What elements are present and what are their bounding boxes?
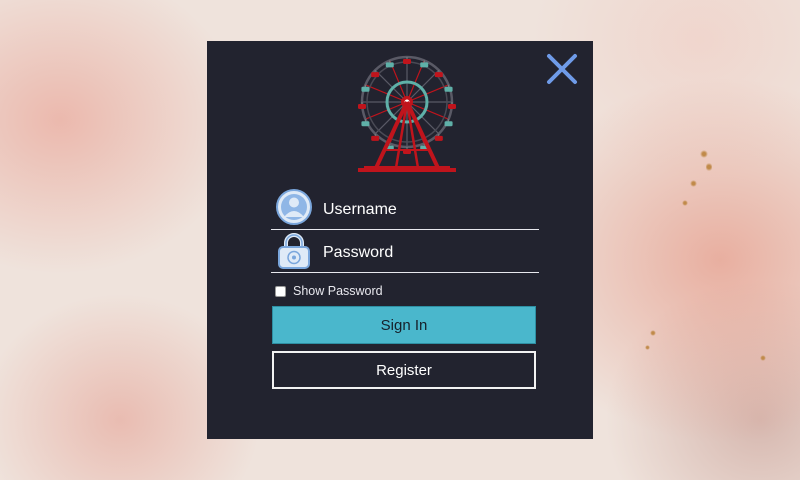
- show-password-toggle[interactable]: Show Password: [275, 282, 383, 300]
- user-icon: [273, 189, 315, 227]
- username-field: [271, 189, 539, 230]
- gold-fleck: [682, 200, 688, 206]
- gold-fleck: [645, 345, 650, 350]
- gold-fleck: [760, 355, 766, 361]
- register-button[interactable]: Register: [272, 351, 536, 389]
- ferris-wheel-logo: [350, 50, 466, 174]
- gold-fleck: [700, 150, 708, 158]
- lock-icon: [273, 232, 315, 270]
- close-icon: [547, 54, 577, 84]
- login-panel: Show Password Sign In Register: [207, 41, 593, 439]
- show-password-label: Show Password: [293, 284, 383, 298]
- desktop-background: Show Password Sign In Register: [0, 0, 800, 480]
- username-input[interactable]: [323, 197, 533, 223]
- sign-in-button[interactable]: Sign In: [272, 306, 536, 344]
- password-input[interactable]: [323, 240, 533, 266]
- close-button[interactable]: [544, 51, 580, 87]
- show-password-checkbox[interactable]: [275, 285, 286, 297]
- password-field: [271, 232, 539, 273]
- ferris-wheel-icon: [358, 55, 456, 172]
- gold-fleck: [650, 330, 656, 336]
- gold-fleck: [706, 162, 712, 172]
- gold-fleck: [690, 180, 697, 187]
